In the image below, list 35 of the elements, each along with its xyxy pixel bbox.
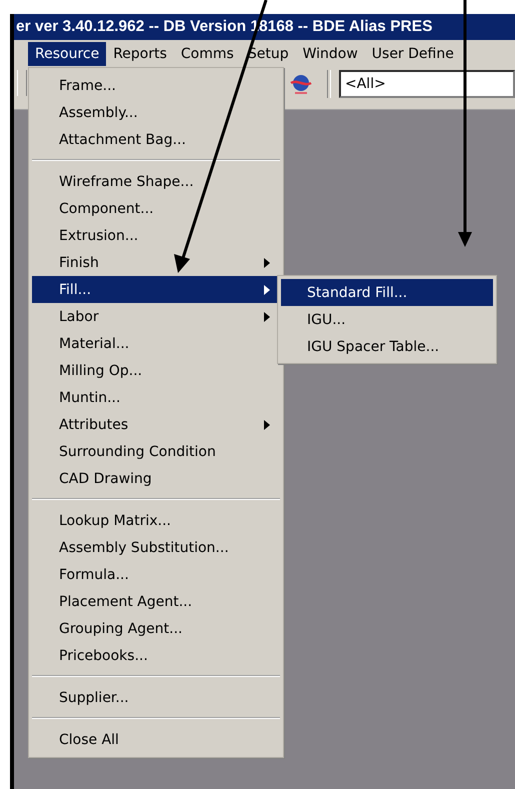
toolbar-handle (17, 70, 27, 96)
menu-item[interactable]: Pricebooks... (32, 642, 280, 669)
menu-item[interactable]: Milling Op... (32, 357, 280, 384)
menu-item[interactable]: Supplier... (32, 684, 280, 711)
filter-dropdown[interactable]: <All> (339, 70, 515, 98)
submenu-item[interactable]: IGU... (281, 306, 493, 333)
submenu-item[interactable]: IGU Spacer Table... (281, 333, 493, 360)
menu-bar-item[interactable]: Window (296, 42, 365, 66)
menu-bar-item[interactable]: Reports (106, 42, 174, 66)
menu-item[interactable]: Wireframe Shape... (32, 168, 280, 195)
menu-item[interactable]: Labor (32, 303, 280, 330)
menu-bar-item[interactable]: Resource (28, 42, 106, 66)
menu-item[interactable]: Attributes (32, 411, 280, 438)
menu-item[interactable]: Fill... (32, 276, 280, 303)
menu-item[interactable]: Placement Agent... (32, 588, 280, 615)
menu-bar-item[interactable]: User Define (364, 42, 461, 66)
menu-item[interactable]: Assembly Substitution... (32, 534, 280, 561)
menu-item[interactable]: Surrounding Condition (32, 438, 280, 465)
menu-item[interactable]: Assembly... (32, 99, 280, 126)
menu-item[interactable]: Formula... (32, 561, 280, 588)
menu-bar-item[interactable]: Comms (174, 42, 241, 66)
menu-item[interactable]: Grouping Agent... (32, 615, 280, 642)
menu-item[interactable]: Material... (32, 330, 280, 357)
menu-item[interactable]: Finish (32, 249, 280, 276)
menu-item[interactable]: Frame... (32, 72, 280, 99)
menu-item[interactable]: Component... (32, 195, 280, 222)
menu-item[interactable]: CAD Drawing (32, 465, 280, 492)
menu-item[interactable]: Close All (32, 726, 280, 753)
globe-icon[interactable] (289, 72, 313, 96)
window-title: er ver 3.40.12.962 -- DB Version 18168 -- BDE Alias PRES (16, 18, 432, 36)
menu-item[interactable]: Muntin... (32, 384, 280, 411)
menu-item[interactable]: Extrusion... (32, 222, 280, 249)
submenu-item[interactable]: Standard Fill... (281, 279, 493, 306)
menu-item[interactable]: Lookup Matrix... (32, 507, 280, 534)
menu-item[interactable]: Attachment Bag... (32, 126, 280, 153)
